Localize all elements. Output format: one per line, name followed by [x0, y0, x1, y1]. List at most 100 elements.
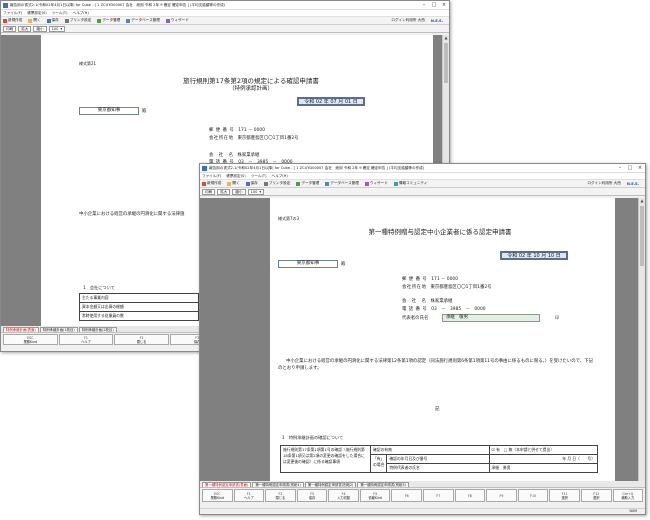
data-mgmt-button[interactable]: データ管理 — [97, 18, 120, 23]
wizard-button[interactable]: ウィザード — [165, 18, 189, 23]
scroll-thumb[interactable] — [444, 43, 448, 83]
db-mgmt-button[interactable]: データベース管理 — [325, 181, 359, 186]
print-button[interactable]: 印刷 — [202, 188, 216, 195]
print-button[interactable]: 印刷 — [3, 25, 17, 32]
confirmation-value[interactable]: ☑ 有 □ 無（本申請と併せて提出） — [488, 445, 599, 455]
minimize-icon[interactable]: – — [419, 2, 429, 8]
date-field[interactable]: 令和 02 年 07 月 01 日 — [297, 97, 365, 106]
printer-icon — [64, 18, 69, 23]
menu-tools[interactable]: ツール(T) — [251, 174, 267, 179]
fkey-f8[interactable]: F8 — [454, 489, 486, 502]
menu-settings[interactable]: 帳票設定(S) — [226, 174, 245, 179]
table-row: 常時使用する従業員の数 — [79, 311, 199, 321]
fkey-f1[interactable]: F1 ヘルプ — [233, 489, 265, 502]
date-field[interactable]: 令和 02 年 10 月 10 日 — [500, 251, 568, 260]
close-icon[interactable]: × — [439, 2, 449, 8]
menu-help[interactable]: ヘルプ(H) — [73, 11, 89, 16]
address-row: 会社所在地 東京都豊島区〇〇1丁目1番2号 — [209, 136, 299, 141]
menu-file[interactable]: ファイル(F) — [3, 11, 22, 16]
scroll-thumb[interactable] — [640, 206, 644, 266]
menu-settings[interactable]: 帳票設定(S) — [27, 11, 46, 16]
front-toolbar: 新規作成 開く 保存 プリンタ設定 データ管理 データベース管理 ウィザード 情… — [200, 180, 645, 188]
print-settings-button[interactable]: プリンタ設定 — [263, 181, 290, 186]
zoom-select[interactable]: 100 ▾ — [48, 25, 66, 32]
data-mgmt-button[interactable]: データ管理 — [296, 181, 319, 186]
close-icon[interactable]: × — [635, 165, 645, 171]
chevron-down-icon: ▾ — [60, 26, 63, 31]
company-value[interactable]: 株家業承継 — [237, 153, 259, 158]
db-mgmt-button[interactable]: データベース管理 — [126, 18, 160, 23]
fkey-f6[interactable]: F6 — [391, 489, 423, 502]
fkey-f1[interactable]: F1 ヘルプ — [58, 334, 114, 345]
maximize-icon[interactable]: □ — [429, 2, 439, 8]
fkey-f11[interactable]: F11 選択 — [549, 489, 580, 502]
zoom-in-button[interactable]: 拡大 — [217, 188, 231, 195]
postal-value[interactable]: 171 － 0000 — [431, 277, 458, 282]
postal-row: 郵 便 番 号 171 － 0000 — [209, 128, 265, 133]
zoom-in-button[interactable]: 拡大 — [18, 25, 32, 32]
recipient-field[interactable]: 東京都知事 — [278, 260, 338, 268]
fkey-esc[interactable]: ESC 業務Kind — [202, 489, 233, 502]
back-titlebar[interactable]: 報告用の書式2-1(令和02年4月1日以降) for Cube - [ 1 ZC… — [1, 1, 449, 10]
front-menubar: ファイル(F) 帳票設定(S) ツール(T) ヘルプ(H) — [200, 173, 645, 180]
print-settings-button[interactable]: プリンタ設定 — [64, 18, 91, 23]
recipient-field[interactable]: 東京都知事 — [79, 107, 139, 115]
address-row: 会社所在地 東京都豊島区〇〇1丁目1番2号 — [402, 285, 492, 290]
front-function-keys: ESC 業務Kind F1 ヘルプ F2 閉じる F3 保存 F4 入力切替 F5 情報Ki… — [200, 487, 645, 503]
community-button[interactable]: 情報コミュニティ — [393, 181, 427, 186]
fkey-esc[interactable]: ESC 業務Kind — [3, 334, 58, 345]
fkey-f12[interactable]: F12 選択 — [580, 489, 612, 502]
document-subtitle: （特例承認計画） — [228, 86, 273, 92]
fkey-f9[interactable]: F9 — [486, 489, 517, 502]
postal-value[interactable]: 171 － 0000 — [238, 128, 265, 133]
open-button[interactable]: 開く — [227, 181, 240, 186]
scroll-up-icon[interactable]: ▲ — [639, 198, 645, 204]
phone-value[interactable]: 03 － 3985 － 0000 — [431, 307, 485, 312]
fkey-f4[interactable]: F4入力切替 — [328, 489, 359, 502]
fkey-f7[interactable]: F7 — [423, 489, 454, 502]
save-button[interactable]: 保存 — [46, 18, 59, 23]
maximize-icon[interactable]: □ — [625, 165, 635, 171]
wizard-button[interactable]: ウィザード — [364, 181, 388, 186]
new-icon — [202, 181, 206, 186]
front-statusbar: NUM — [200, 508, 645, 514]
fkey-f10[interactable]: F10 — [517, 489, 549, 502]
back-window-title: 報告用の書式2-1(令和02年4月1日以降) for Cube - [ 1 ZC… — [10, 2, 226, 7]
front-titlebar[interactable]: 報告用の書式2-1(令和02年4月1日以降) for Cube - [ 1 ZC… — [200, 164, 645, 173]
menu-help[interactable]: ヘルプ(H) — [272, 174, 288, 179]
login-button[interactable]: ログイン利用所 大西 — [391, 18, 425, 23]
open-button[interactable]: 開く — [28, 18, 41, 23]
fkey-f5[interactable]: F5情報Kind — [359, 489, 391, 502]
zoom-select[interactable]: 100 ▾ — [247, 188, 265, 195]
menu-tools[interactable]: ツール(T) — [52, 11, 68, 16]
minimize-icon[interactable]: – — [615, 165, 625, 171]
save-button[interactable]: 保存 — [245, 181, 258, 186]
company-value[interactable]: 株家業承継 — [430, 299, 452, 304]
confirmation-date-value[interactable]: 年 月 日（ 号） — [488, 454, 599, 464]
front-window[interactable]: 報告用の書式2-1(令和02年4月1日以降) for Cube - [ 1 ZC… — [199, 163, 646, 515]
form-number: 様式第21 — [79, 61, 97, 66]
front-paper: 様式第7の3 第一種特例贈与認定中小企業者に係る認定申請書 令和 02 年 10… — [270, 198, 615, 481]
back-menubar: ファイル(F) 帳票設定(S) ツール(T) ヘルプ(H) — [1, 10, 449, 17]
fkey-f2[interactable]: F2 閉じる — [114, 334, 169, 345]
menu-file[interactable]: ファイル(F) — [202, 174, 221, 179]
fkey-ctrl-q[interactable]: Ctrl+Q 補助入力 — [612, 489, 644, 502]
zoom-out-button[interactable]: 縮小 — [33, 25, 47, 32]
fkey-f3[interactable]: F3 保存 — [296, 489, 328, 502]
back-toolbar: 新規作成 開く 保存 プリンタ設定 データ管理 データベース管理 ウィザード ロ… — [1, 17, 449, 25]
fkey-f2[interactable]: F2 閉じる — [265, 489, 296, 502]
front-document-area[interactable]: 様式第7の3 第一種特例贈与認定中小企業者に係る認定申請書 令和 02 年 10… — [200, 198, 645, 481]
folder-icon — [227, 181, 232, 186]
zoom-out-button[interactable]: 縮小 — [232, 188, 246, 195]
front-vertical-scrollbar[interactable]: ▲ — [638, 198, 645, 481]
new-button[interactable]: 新規作成 — [202, 181, 221, 186]
confirmation-date-head: 確認の年月日及び番号 — [386, 454, 490, 464]
address-value[interactable]: 東京都豊島区〇〇1丁目1番2号 — [430, 285, 491, 290]
representative-field[interactable]: 承継 敬男 — [442, 314, 540, 322]
successor-head: 特例代表者の氏名 — [386, 463, 490, 473]
login-button[interactable]: ログイン利用所 大西 — [587, 181, 621, 186]
scroll-up-icon[interactable]: ▲ — [443, 35, 449, 41]
successor-value[interactable]: 承継 勇男 — [488, 463, 599, 473]
new-button[interactable]: 新規作成 — [3, 18, 22, 23]
address-value[interactable]: 東京都豊島区〇〇1丁目1番2号 — [237, 136, 298, 141]
